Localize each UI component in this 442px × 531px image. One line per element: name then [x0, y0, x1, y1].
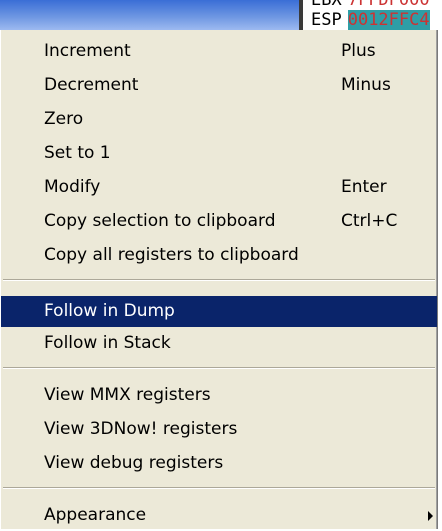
menu-item-label: Set to 1	[44, 143, 111, 163]
menu-item-view-3dnow[interactable]: View 3DNow! registers	[1, 414, 437, 445]
menu-item-label: View 3DNow! registers	[44, 419, 238, 439]
menu-item-follow-in-stack[interactable]: Follow in Stack	[1, 328, 437, 359]
menu-item-label: Copy all registers to clipboard	[44, 245, 299, 265]
menu-item-view-debug[interactable]: View debug registers	[1, 448, 437, 479]
menu-item-shortcut: Enter	[341, 177, 387, 197]
register-value: 0012FFC4	[347, 10, 430, 30]
menu-separator	[3, 279, 435, 281]
menu-item-copy-selection[interactable]: Copy selection to clipboard Ctrl+C	[1, 206, 437, 237]
register-row-ebx: EBX 7FFDF000	[311, 0, 430, 10]
menu-item-label: Follow in Dump	[44, 301, 175, 321]
menu-item-label: Copy selection to clipboard	[44, 211, 276, 231]
menu-item-set-to-1[interactable]: Set to 1	[1, 138, 437, 169]
menu-item-label: Increment	[44, 41, 131, 61]
menu-item-shortcut: Ctrl+C	[341, 211, 398, 231]
menu-separator	[3, 367, 435, 369]
menu-item-label: Follow in Stack	[44, 333, 171, 353]
menu-item-label: Decrement	[44, 75, 139, 95]
menu-item-shortcut: Plus	[341, 41, 376, 61]
menu-item-label: Modify	[44, 177, 101, 197]
menu-separator	[3, 487, 435, 489]
menu-item-modify[interactable]: Modify Enter	[1, 172, 437, 203]
register-name: ESP	[311, 10, 342, 30]
menu-item-increment[interactable]: Increment Plus	[1, 36, 437, 67]
menu-item-copy-all-registers[interactable]: Copy all registers to clipboard	[1, 240, 437, 271]
menu-item-label: Zero	[44, 109, 84, 129]
menu-item-label: View debug registers	[44, 453, 224, 473]
submenu-arrow-icon	[428, 511, 433, 521]
menu-item-label: Appearance	[44, 505, 147, 525]
menu-item-zero[interactable]: Zero	[1, 104, 437, 135]
menu-item-view-mmx[interactable]: View MMX registers	[1, 380, 437, 411]
register-value: 7FFDF000	[347, 0, 430, 10]
context-menu: Increment Plus Decrement Minus Zero Set …	[0, 30, 438, 529]
menu-item-appearance[interactable]: Appearance	[1, 500, 437, 531]
register-row-esp: ESP 0012FFC4	[311, 10, 430, 30]
menu-item-decrement[interactable]: Decrement Minus	[1, 70, 437, 101]
register-name: EBX	[311, 0, 342, 10]
menu-item-label: View MMX registers	[44, 385, 211, 405]
menu-item-shortcut: Minus	[341, 75, 391, 95]
register-panel: EBX 7FFDF000 ESP 0012FFC4	[299, 0, 442, 30]
menu-item-follow-in-dump[interactable]: Follow in Dump	[1, 296, 437, 327]
